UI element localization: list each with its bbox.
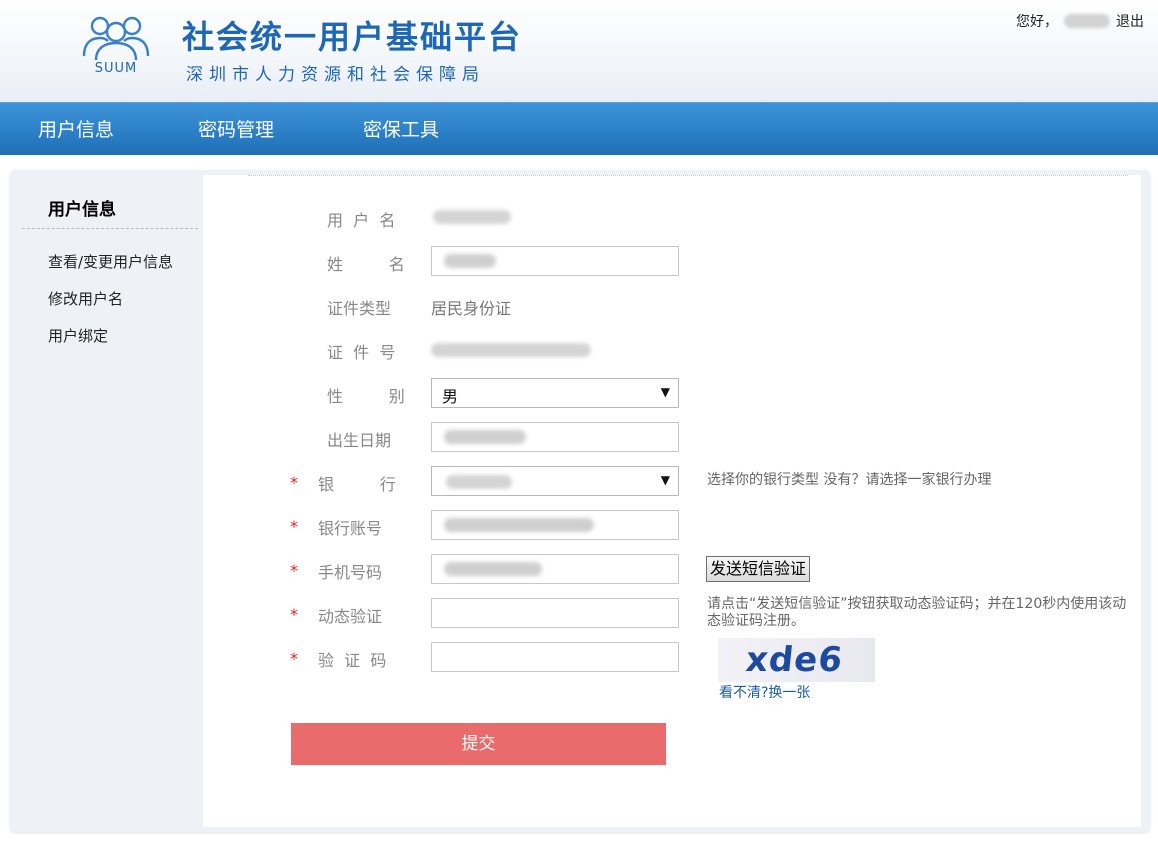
sidebar-title: 用户信息 bbox=[48, 200, 116, 220]
captcha-label: 验 证 码 bbox=[318, 651, 387, 670]
bank-label: 银 行 bbox=[318, 475, 396, 494]
gender-selected-value: 男 bbox=[442, 387, 459, 406]
nav-item-password[interactable]: 密码管理 bbox=[198, 115, 274, 142]
captcha-image[interactable]: xde6 bbox=[718, 638, 875, 682]
bank-account-label: 银行账号 bbox=[318, 519, 383, 538]
captcha-refresh-link[interactable]: 看不清?换一张 bbox=[719, 682, 810, 702]
main-nav: 用户信息 密码管理 密保工具 bbox=[0, 102, 1158, 155]
content-divider bbox=[248, 175, 1128, 176]
greeting-text: 您好， bbox=[1016, 14, 1058, 30]
bank-hint: 选择你的银行类型 没有？请选择一家银行办理 bbox=[707, 472, 992, 488]
captcha-input[interactable] bbox=[431, 642, 679, 672]
submit-button[interactable]: 提交 bbox=[291, 723, 666, 765]
birth-date-label: 出生日期 bbox=[327, 431, 392, 450]
name-input[interactable] bbox=[431, 246, 679, 276]
id-number-label: 证 件 号 bbox=[327, 343, 396, 362]
required-mark: * bbox=[290, 561, 298, 580]
sidebar-link-view-edit-info[interactable]: 查看/变更用户信息 bbox=[48, 251, 173, 272]
dynamic-code-label: 动态验证 bbox=[318, 607, 383, 626]
required-mark: * bbox=[290, 649, 298, 668]
name-label: 姓 名 bbox=[327, 255, 405, 274]
required-mark: * bbox=[290, 517, 298, 536]
dropdown-arrow-icon: ▼ bbox=[660, 385, 670, 399]
logout-link[interactable]: 退出 bbox=[1116, 11, 1144, 31]
captcha-image-text: xde6 bbox=[743, 640, 846, 680]
gender-label: 性 别 bbox=[327, 387, 405, 406]
logo-text: SUUM bbox=[94, 61, 138, 76]
dynamic-code-input[interactable] bbox=[431, 598, 679, 628]
user-area: 您好， 退出 bbox=[1016, 11, 1144, 31]
dynamic-code-hint: 请点击“发送短信验证”按钮获取动态验证码；并在120秒内使用该动态验证码注册。 bbox=[707, 596, 1127, 629]
sidebar-link-account-binding[interactable]: 用户绑定 bbox=[48, 325, 108, 346]
birth-date-input[interactable] bbox=[431, 422, 679, 452]
site-header: SUUM 社会统一用户基础平台 深圳市人力资源和社会保障局 您好， 退出 bbox=[0, 0, 1158, 102]
nav-item-security-tools[interactable]: 密保工具 bbox=[363, 115, 439, 142]
send-sms-button[interactable]: 发送短信验证 bbox=[706, 556, 810, 582]
phone-label: 手机号码 bbox=[318, 563, 383, 582]
site-title: 社会统一用户基础平台 bbox=[182, 18, 523, 56]
gender-select[interactable]: 男 ▼ bbox=[431, 378, 679, 408]
required-mark: * bbox=[290, 473, 298, 492]
phone-input[interactable] bbox=[431, 554, 679, 584]
id-type-value: 居民身份证 bbox=[431, 299, 512, 318]
dropdown-arrow-icon: ▼ bbox=[660, 473, 670, 487]
id-number-value-redacted bbox=[431, 343, 591, 357]
username-label: 用 户 名 bbox=[327, 211, 396, 230]
nav-item-user-info[interactable]: 用户信息 bbox=[38, 115, 114, 142]
bank-account-input[interactable] bbox=[431, 510, 679, 540]
site-subtitle: 深圳市人力资源和社会保障局 bbox=[186, 65, 485, 85]
required-mark: * bbox=[290, 605, 298, 624]
id-type-label: 证件类型 bbox=[327, 299, 392, 318]
bank-select[interactable]: ▼ bbox=[431, 466, 679, 496]
username-redacted bbox=[1064, 14, 1110, 28]
sidebar-link-change-username[interactable]: 修改用户名 bbox=[48, 288, 123, 309]
sidebar-divider bbox=[22, 228, 198, 229]
bank-selected-redacted bbox=[446, 475, 512, 489]
sidebar: 用户信息 查看/变更用户信息 修改用户名 用户绑定 bbox=[18, 175, 198, 827]
username-value-redacted bbox=[433, 210, 511, 224]
